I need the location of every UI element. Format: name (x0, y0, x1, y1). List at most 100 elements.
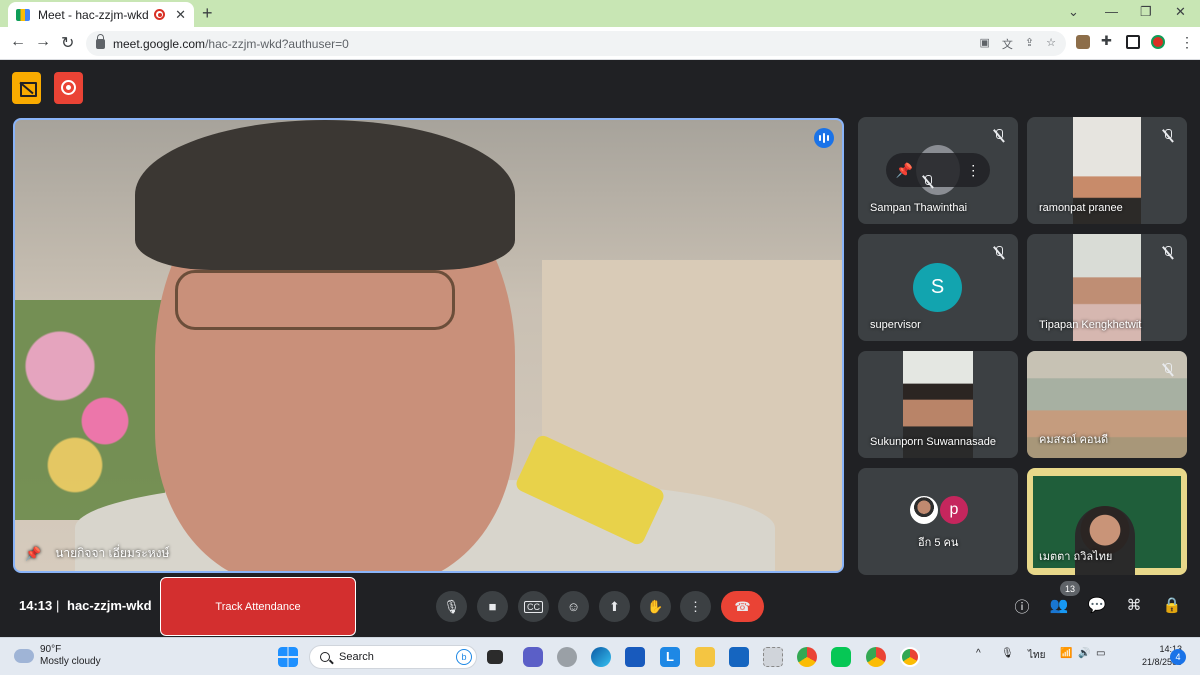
microphone-button[interactable]: 🎙 (436, 591, 467, 622)
participant-tile[interactable]: เมตตา ถวิลไทย (1027, 468, 1187, 575)
tile-hover-controls: 📌 ⋮ (886, 153, 990, 187)
participant-name: Sampan Thawinthai (870, 202, 968, 214)
new-tab-button[interactable]: + (202, 3, 213, 24)
chat-icon[interactable]: 💬 (1087, 596, 1107, 614)
lock-icon[interactable] (96, 33, 105, 49)
maximize-button[interactable]: ❐ (1140, 4, 1152, 20)
speaker-glasses (175, 270, 455, 330)
activities-icon[interactable]: ⌘ (1124, 596, 1144, 614)
participant-tile[interactable]: ramonpat pranee (1027, 117, 1187, 224)
windows-start-icon[interactable] (278, 647, 298, 667)
muted-mic-icon (1161, 129, 1175, 143)
recording-indicator-icon (154, 9, 166, 20)
meeting-separator: | (56, 598, 60, 613)
tile-more-options-button[interactable]: ⋮ (966, 162, 980, 179)
weather-description: Mostly cloudy (40, 656, 101, 667)
app-icon[interactable] (557, 647, 577, 667)
volume-icon[interactable]: 🔊 (1078, 648, 1090, 659)
reactions-button[interactable]: ☺ (558, 591, 589, 622)
taskbar-search[interactable]: Search b (309, 645, 477, 669)
host-controls-icon[interactable]: 🔒 (1162, 596, 1182, 614)
mute-participant-button[interactable] (921, 175, 935, 189)
wifi-icon[interactable]: 📶 (1060, 648, 1072, 659)
camera-in-use-icon[interactable]: ▣ (980, 36, 990, 52)
notification-badge[interactable]: 4 (1170, 649, 1186, 665)
l-app-icon[interactable]: L (660, 647, 680, 667)
participant-name: ramonpat pranee (1039, 202, 1123, 214)
more-options-button[interactable]: ⋮ (680, 591, 711, 622)
recording-icon[interactable] (54, 72, 83, 104)
main-speaker-tile[interactable]: 📌 นายกิจจา เอี่ยมระหงษ์ (13, 118, 844, 573)
participant-name: Tipapan Kengkhetwit (1039, 319, 1142, 331)
participant-tile[interactable]: Sukunporn Suwannasade (858, 351, 1018, 458)
speaker-hair (135, 120, 515, 270)
battery-icon[interactable]: ▭ (1096, 648, 1105, 659)
camera-off-indicator-icon[interactable] (12, 72, 41, 104)
edge-icon[interactable] (591, 647, 611, 667)
participant-name: supervisor (870, 319, 921, 331)
pin-tile-button[interactable]: 📌 (896, 162, 913, 179)
flowers-background (15, 300, 165, 520)
mail-icon[interactable] (729, 647, 749, 667)
extension-icon[interactable] (1076, 35, 1090, 49)
bing-icon: b (456, 649, 472, 665)
tray-chevron-icon[interactable]: ^ (976, 648, 981, 659)
microphone-tray-icon[interactable]: 🎙 (1001, 648, 1014, 659)
minimize-button[interactable]: — (1105, 4, 1118, 19)
word-icon[interactable] (625, 647, 645, 667)
browser-tab-meet[interactable]: Meet - hac-zzjm-wkd ✕ (8, 2, 194, 27)
search-icon (320, 652, 330, 662)
captions-button[interactable]: CC (518, 591, 549, 622)
tab-search-chevron-icon[interactable]: ⌄ (1068, 4, 1079, 20)
bookmark-star-icon[interactable]: ☆ (1046, 36, 1056, 52)
participant-tile[interactable]: 📌 ⋮ Sampan Thawinthai (858, 117, 1018, 224)
extensions-puzzle-icon[interactable]: ✚ (1101, 33, 1115, 48)
chrome-icon[interactable] (797, 647, 817, 667)
chrome-active-icon[interactable] (900, 647, 920, 667)
teams-chat-icon[interactable] (523, 647, 543, 667)
tab-close-icon[interactable]: ✕ (175, 7, 186, 23)
people-icon[interactable]: 👥 (1049, 596, 1069, 614)
tab-title: Meet - hac-zzjm-wkd (38, 7, 149, 22)
meeting-details-icon[interactable]: ⓘ (1012, 596, 1032, 617)
more-participants-label: อีก 5 คน (918, 537, 959, 549)
leave-call-button[interactable]: ☎ (721, 591, 764, 622)
forward-button[interactable]: → (35, 33, 51, 51)
track-attendance-button[interactable]: Track Attendance (160, 577, 356, 636)
hand-icon: ✋ (647, 598, 664, 614)
url-bar[interactable]: meet.google.com/hac-zzjm-wkd?authuser=0 … (86, 31, 1066, 56)
side-panel-icon[interactable] (1126, 35, 1140, 49)
captions-icon: CC (524, 600, 543, 613)
profile-avatar[interactable] (1151, 35, 1165, 49)
back-button[interactable]: ← (10, 33, 26, 51)
chrome-profile-icon[interactable] (866, 647, 886, 667)
line-icon[interactable] (831, 647, 851, 667)
translate-icon[interactable]: 文 (1002, 36, 1013, 52)
present-screen-button[interactable]: ⬆ (599, 591, 630, 622)
speaking-indicator-icon (814, 128, 834, 148)
chrome-menu-icon[interactable]: ⋮ (1180, 34, 1194, 51)
file-explorer-icon[interactable] (695, 647, 715, 667)
task-view-icon[interactable] (487, 650, 503, 664)
meet-control-bar: 14:13 | hac-zzjm-wkd Track Attendance 🎙 … (0, 576, 1200, 636)
participant-tile[interactable]: Tipapan Kengkhetwit (1027, 234, 1187, 341)
more-participants-tile[interactable]: p อีก 5 คน (858, 468, 1018, 575)
url-path: /hac-zzjm-wkd?authuser=0 (205, 36, 349, 51)
participant-tile[interactable]: คมสรณ์ คอนดี (1027, 351, 1187, 458)
url-host: meet.google.com (113, 36, 206, 51)
raise-hand-button[interactable]: ✋ (640, 591, 671, 622)
input-language[interactable]: ไทย (1028, 648, 1045, 663)
share-icon[interactable]: ⇪ (1025, 36, 1034, 52)
pin-icon[interactable]: 📌 (25, 546, 41, 562)
participant-name: คมสรณ์ คอนดี (1039, 434, 1109, 446)
snipping-tool-icon[interactable] (763, 647, 783, 667)
participant-tile[interactable]: S supervisor (858, 234, 1018, 341)
google-meet-favicon-icon (16, 8, 30, 21)
reload-button[interactable]: ↻ (61, 33, 74, 53)
main-speaker-nameplate: 📌 นายกิจจา เอี่ยมระหงษ์ (25, 544, 169, 563)
cloudy-weather-icon (14, 644, 34, 663)
weather-widget[interactable]: 90°F Mostly cloudy (14, 644, 101, 668)
camera-button[interactable]: ■ (477, 591, 508, 622)
close-window-button[interactable]: ✕ (1175, 4, 1186, 20)
windows-taskbar: 90°F Mostly cloudy Search b L ^ 🎙 ไทย 📶 … (0, 637, 1200, 675)
